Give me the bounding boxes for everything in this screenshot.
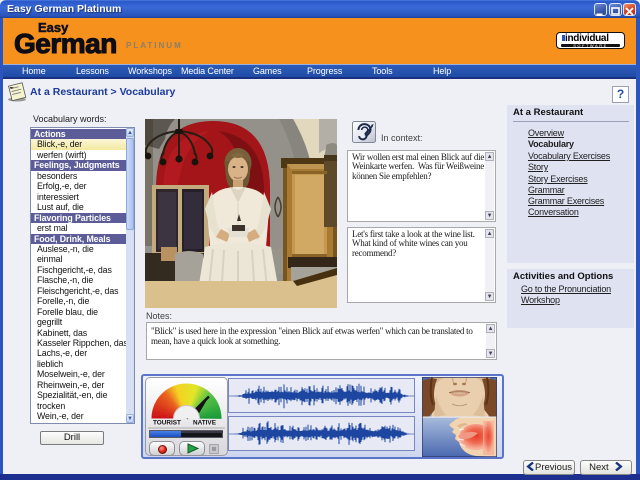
svg-text:TOURIST: TOURIST [153, 420, 181, 427]
svg-text:NATIVE: NATIVE [193, 420, 217, 427]
